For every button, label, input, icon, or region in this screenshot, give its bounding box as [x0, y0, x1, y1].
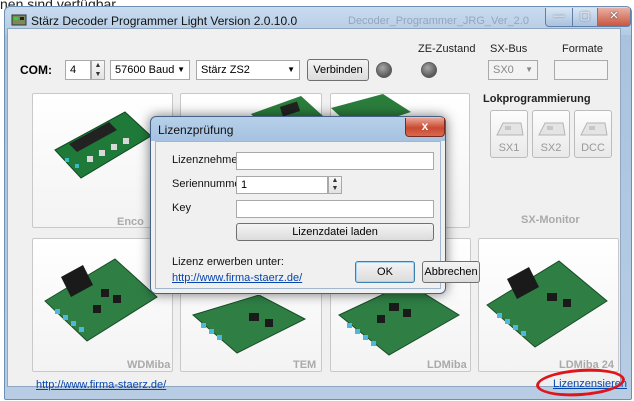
chevron-down-icon: ▼ — [177, 65, 185, 74]
cancel-button[interactable]: Abbrechen — [422, 261, 480, 283]
license-dialog: Lizenzprüfung x Lizenznehmer Seriennumme… — [150, 116, 480, 294]
close-window-button[interactable]: ✕ — [597, 8, 631, 27]
locomotive-icon — [538, 122, 566, 136]
loco-button-sx1[interactable]: SX1 — [490, 110, 528, 158]
maximize-button[interactable]: ▢ — [572, 8, 598, 27]
app-icon — [11, 14, 27, 26]
loco-programming-heading: Lokprogrammierung — [483, 93, 591, 105]
module-tile-ldmiba-24[interactable]: LDMiba 24 — [478, 238, 619, 372]
stepper-down-icon[interactable]: ▼ — [92, 70, 104, 79]
licensee-label: Lizenznehmer — [172, 154, 242, 166]
com-port-stepper[interactable]: ▲ ▼ — [91, 60, 105, 80]
serial-number-input[interactable]: 1 — [236, 176, 328, 194]
loco-button-dcc[interactable]: DCC — [574, 110, 612, 158]
connect-button[interactable]: Verbinden — [307, 59, 369, 81]
dialog-close-button[interactable]: x — [405, 118, 445, 137]
serial-number-label: Seriennummer — [172, 178, 245, 190]
loco-button-label: SX1 — [498, 142, 520, 154]
serial-number-stepper[interactable]: ▲ ▼ — [328, 176, 342, 194]
circuit-board-image — [44, 258, 158, 342]
baud-select[interactable]: 57600 Baud ▼ — [110, 60, 190, 80]
tile-label: TEM — [293, 359, 317, 371]
circuit-board-image — [191, 295, 307, 354]
device-value: Stärz ZS2 — [201, 64, 250, 76]
ok-button[interactable]: OK — [355, 261, 415, 283]
acquire-license-link[interactable]: http://www.firma-staerz.de/ — [172, 272, 302, 284]
minimize-button[interactable]: — — [545, 8, 573, 27]
stepper-up-icon[interactable]: ▲ — [92, 61, 104, 70]
ze-state-led-icon — [421, 62, 437, 78]
tile-label: LDMiba — [427, 359, 467, 371]
acquire-license-text: Lizenz erwerben unter: — [172, 256, 284, 268]
tile-label: Enco — [117, 216, 144, 228]
baud-value: 57600 Baud — [115, 64, 175, 76]
load-license-file-button[interactable]: Lizenzdatei laden — [236, 223, 434, 241]
sx-monitor-label: SX-Monitor — [521, 214, 580, 226]
dialog-title: Lizenzprüfung — [158, 123, 234, 137]
licensee-input[interactable] — [236, 152, 434, 170]
locomotive-icon — [496, 122, 524, 136]
key-label: Key — [172, 202, 191, 214]
tile-label: WDMiba — [127, 359, 171, 371]
com-label: COM: — [20, 63, 52, 77]
com-port-input[interactable]: 4 — [65, 60, 91, 80]
key-input[interactable] — [236, 200, 434, 218]
loco-button-label: DCC — [581, 142, 605, 154]
sx-bus-label: SX-Bus — [490, 43, 528, 55]
chevron-down-icon: ▼ — [287, 65, 295, 74]
website-link[interactable]: http://www.firma-staerz.de/ — [36, 379, 166, 391]
locomotive-icon — [580, 122, 608, 136]
window-title: Stärz Decoder Programmer Light Version 2… — [31, 14, 298, 28]
formats-field — [554, 60, 608, 80]
circuit-board-image — [54, 111, 152, 179]
circuit-board-image — [486, 260, 608, 348]
device-select[interactable]: Stärz ZS2 ▼ — [196, 60, 300, 80]
dialog-body: Lizenznehmer Seriennummer 1 ▲ ▼ Key Lize… — [155, 141, 480, 289]
background-window-title: Decoder_Programmer_JRG_Ver_2.0 — [348, 15, 529, 27]
stepper-down-icon[interactable]: ▼ — [329, 185, 341, 193]
loco-button-label: SX2 — [540, 142, 562, 154]
formats-label: Formate — [562, 43, 603, 55]
sx-bus-select[interactable]: SX0 ▼ — [488, 60, 538, 80]
sx-bus-value: SX0 — [493, 64, 514, 76]
ze-state-label: ZE-Zustand — [418, 43, 476, 55]
loco-button-sx2[interactable]: SX2 — [532, 110, 570, 158]
chevron-down-icon: ▼ — [525, 65, 533, 74]
connection-status-led-icon — [376, 62, 392, 78]
stepper-up-icon[interactable]: ▲ — [329, 177, 341, 185]
